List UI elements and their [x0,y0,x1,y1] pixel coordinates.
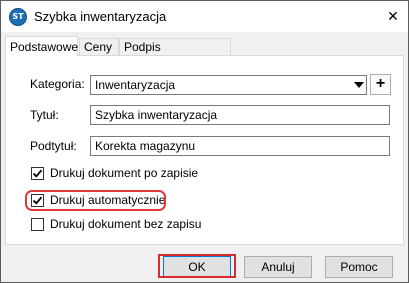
add-category-button[interactable]: + [370,74,391,95]
kategoria-label: Kategoria: [30,77,85,91]
tab-ceny[interactable]: Ceny [79,38,119,55]
tab-podstawowe[interactable]: Podstawowe [5,36,78,56]
podtytul-field[interactable]: Korekta magazynu [90,136,390,156]
kategoria-value: Inwentaryzacja [95,78,176,92]
podtytul-label: Podtytuł: [30,139,77,153]
title-bar[interactable]: ST Szybka inwentaryzacja ✕ [1,1,408,32]
dialog-window: ST Szybka inwentaryzacja ✕ Podstawowe Ce… [0,0,409,283]
tab-podpis-elektroniczny[interactable]: Podpis elektroniczny [119,38,231,70]
cancel-button[interactable]: Anuluj [244,256,312,278]
window-title: Szybka inwentaryzacja [34,9,167,24]
highlight-annotation [25,190,166,211]
tytul-label: Tytuł: [30,108,59,122]
app-logo-icon: ST [9,8,27,26]
tab-panel-podstawowe: Kategoria: Inwentaryzacja + Tytuł: Szybk… [5,55,404,245]
highlight-annotation [158,254,236,278]
checkbox-box[interactable] [31,167,44,180]
checkmark-icon [32,169,43,178]
close-icon[interactable]: ✕ [378,1,408,32]
checkbox-box[interactable] [31,218,44,231]
tytul-field[interactable]: Szybka inwentaryzacja [90,105,390,125]
help-button[interactable]: Pomoc [325,256,393,278]
chevron-down-icon [354,82,364,88]
checkbox-label: Drukuj dokument bez zapisu [50,217,202,231]
checkbox-label: Drukuj dokument po zapisie [50,166,199,180]
kategoria-select[interactable]: Inwentaryzacja [90,75,367,95]
